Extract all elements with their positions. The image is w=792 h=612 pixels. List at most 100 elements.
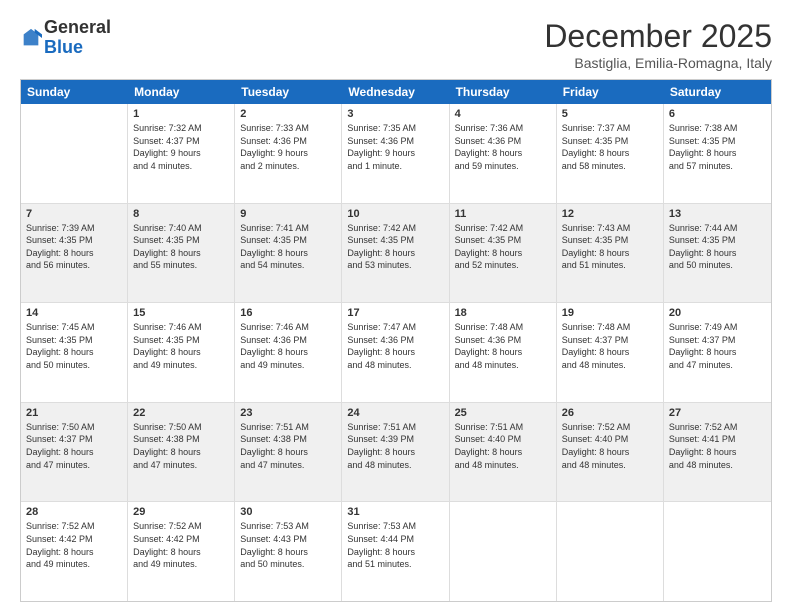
weekday-header: Thursday (450, 80, 557, 104)
cell-info: Sunrise: 7:42 AM Sunset: 4:35 PM Dayligh… (347, 222, 443, 272)
day-number: 10 (347, 208, 443, 220)
cell-info: Sunrise: 7:50 AM Sunset: 4:37 PM Dayligh… (26, 421, 122, 471)
calendar-cell (664, 502, 771, 601)
calendar-cell: 19Sunrise: 7:48 AM Sunset: 4:37 PM Dayli… (557, 303, 664, 402)
weekday-header: Monday (128, 80, 235, 104)
day-number: 24 (347, 407, 443, 419)
day-number: 23 (240, 407, 336, 419)
calendar-cell: 27Sunrise: 7:52 AM Sunset: 4:41 PM Dayli… (664, 403, 771, 502)
calendar-cell: 21 Sunrise: 7:50 AM Sunset: 4:37 PM Dayli… (21, 403, 128, 502)
calendar-cell: 15Sunrise: 7:46 AM Sunset: 4:35 PM Dayli… (128, 303, 235, 402)
calendar-row: 1 Sunrise: 7:32 AM Sunset: 4:37 PM Daylig… (21, 104, 771, 204)
location-title: Bastiglia, Emilia-Romagna, Italy (544, 55, 772, 71)
header: General Blue December 2025 Bastiglia, Em… (20, 18, 772, 71)
day-number: 20 (669, 307, 766, 319)
day-number: 30 (240, 506, 336, 518)
calendar: SundayMondayTuesdayWednesdayThursdayFrid… (20, 79, 772, 602)
calendar-cell: 13 Sunrise: 7:44 AM Sunset: 4:35 PM Dayli… (664, 204, 771, 303)
cell-info: Sunrise: 7:43 AM Sunset: 4:35 PM Dayligh… (562, 222, 658, 272)
day-number: 8 (133, 208, 229, 220)
day-number: 12 (562, 208, 658, 220)
cell-info: Sunrise: 7:44 AM Sunset: 4:35 PM Dayligh… (669, 222, 766, 272)
day-number: 3 (347, 108, 443, 120)
day-number: 6 (669, 108, 766, 120)
cell-info: Sunrise: 7:53 AM Sunset: 4:44 PM Dayligh… (347, 520, 443, 570)
calendar-row: 21 Sunrise: 7:50 AM Sunset: 4:37 PM Dayli… (21, 403, 771, 503)
calendar-cell: 31 Sunrise: 7:53 AM Sunset: 4:44 PM Dayli… (342, 502, 449, 601)
day-number: 9 (240, 208, 336, 220)
logo: General Blue (20, 18, 111, 58)
day-number: 11 (455, 208, 551, 220)
weekday-header: Saturday (664, 80, 771, 104)
day-number: 31 (347, 506, 443, 518)
calendar-cell: 28 Sunrise: 7:52 AM Sunset: 4:42 PM Dayli… (21, 502, 128, 601)
cell-info: Sunrise: 7:51 AM Sunset: 4:40 PM Dayligh… (455, 421, 551, 471)
cell-info: Sunrise: 7:37 AM Sunset: 4:35 PM Dayligh… (562, 122, 658, 172)
title-section: December 2025 Bastiglia, Emilia-Romagna,… (544, 18, 772, 71)
weekday-header: Sunday (21, 80, 128, 104)
day-number: 19 (562, 307, 658, 319)
day-number: 5 (562, 108, 658, 120)
calendar-cell: 30 Sunrise: 7:53 AM Sunset: 4:43 PM Dayli… (235, 502, 342, 601)
calendar-cell: 4 Sunrise: 7:36 AM Sunset: 4:36 PM Daylig… (450, 104, 557, 203)
cell-info: Sunrise: 7:39 AM Sunset: 4:35 PM Dayligh… (26, 222, 122, 272)
cell-info: Sunrise: 7:41 AM Sunset: 4:35 PM Dayligh… (240, 222, 336, 272)
calendar-cell: 26 Sunrise: 7:52 AM Sunset: 4:40 PM Dayli… (557, 403, 664, 502)
calendar-cell (21, 104, 128, 203)
cell-info: Sunrise: 7:36 AM Sunset: 4:36 PM Dayligh… (455, 122, 551, 172)
day-number: 22 (133, 407, 229, 419)
cell-info: Sunrise: 7:35 AM Sunset: 4:36 PM Dayligh… (347, 122, 443, 172)
day-number: 4 (455, 108, 551, 120)
cell-info: Sunrise: 7:49 AM Sunset: 4:37 PM Dayligh… (669, 321, 766, 371)
calendar-cell: 8 Sunrise: 7:40 AM Sunset: 4:35 PM Daylig… (128, 204, 235, 303)
calendar-body: 1 Sunrise: 7:32 AM Sunset: 4:37 PM Daylig… (21, 104, 771, 601)
cell-info: Sunrise: 7:47 AM Sunset: 4:36 PM Dayligh… (347, 321, 443, 371)
day-number: 21 (26, 407, 122, 419)
calendar-cell: 3 Sunrise: 7:35 AM Sunset: 4:36 PM Daylig… (342, 104, 449, 203)
day-number: 7 (26, 208, 122, 220)
calendar-cell: 1 Sunrise: 7:32 AM Sunset: 4:37 PM Daylig… (128, 104, 235, 203)
weekday-header: Wednesday (342, 80, 449, 104)
calendar-cell (450, 502, 557, 601)
cell-info: Sunrise: 7:52 AM Sunset: 4:41 PM Dayligh… (669, 421, 766, 471)
day-number: 1 (133, 108, 229, 120)
calendar-row: 7 Sunrise: 7:39 AM Sunset: 4:35 PM Daylig… (21, 204, 771, 304)
logo-text: General Blue (44, 18, 111, 58)
day-number: 17 (347, 307, 443, 319)
weekday-header: Tuesday (235, 80, 342, 104)
calendar-cell: 5 Sunrise: 7:37 AM Sunset: 4:35 PM Daylig… (557, 104, 664, 203)
day-number: 26 (562, 407, 658, 419)
calendar-cell: 22Sunrise: 7:50 AM Sunset: 4:38 PM Dayli… (128, 403, 235, 502)
day-number: 15 (133, 307, 229, 319)
cell-info: Sunrise: 7:51 AM Sunset: 4:39 PM Dayligh… (347, 421, 443, 471)
day-number: 28 (26, 506, 122, 518)
calendar-cell: 29Sunrise: 7:52 AM Sunset: 4:42 PM Dayli… (128, 502, 235, 601)
weekday-header: Friday (557, 80, 664, 104)
calendar-cell: 7 Sunrise: 7:39 AM Sunset: 4:35 PM Daylig… (21, 204, 128, 303)
cell-info: Sunrise: 7:52 AM Sunset: 4:42 PM Dayligh… (26, 520, 122, 570)
day-number: 13 (669, 208, 766, 220)
cell-info: Sunrise: 7:51 AM Sunset: 4:38 PM Dayligh… (240, 421, 336, 471)
calendar-row: 28 Sunrise: 7:52 AM Sunset: 4:42 PM Dayli… (21, 502, 771, 601)
cell-info: Sunrise: 7:52 AM Sunset: 4:40 PM Dayligh… (562, 421, 658, 471)
cell-info: Sunrise: 7:40 AM Sunset: 4:35 PM Dayligh… (133, 222, 229, 272)
page: General Blue December 2025 Bastiglia, Em… (0, 0, 792, 612)
day-number: 25 (455, 407, 551, 419)
calendar-cell: 17 Sunrise: 7:47 AM Sunset: 4:36 PM Dayli… (342, 303, 449, 402)
cell-info: Sunrise: 7:32 AM Sunset: 4:37 PM Dayligh… (133, 122, 229, 172)
calendar-cell: 23 Sunrise: 7:51 AM Sunset: 4:38 PM Dayli… (235, 403, 342, 502)
calendar-cell: 12 Sunrise: 7:43 AM Sunset: 4:35 PM Dayli… (557, 204, 664, 303)
day-number: 14 (26, 307, 122, 319)
calendar-cell: 20 Sunrise: 7:49 AM Sunset: 4:37 PM Dayli… (664, 303, 771, 402)
cell-info: Sunrise: 7:46 AM Sunset: 4:36 PM Dayligh… (240, 321, 336, 371)
calendar-cell: 14Sunrise: 7:45 AM Sunset: 4:35 PM Dayli… (21, 303, 128, 402)
cell-info: Sunrise: 7:53 AM Sunset: 4:43 PM Dayligh… (240, 520, 336, 570)
calendar-header: SundayMondayTuesdayWednesdayThursdayFrid… (21, 80, 771, 104)
calendar-cell: 24 Sunrise: 7:51 AM Sunset: 4:39 PM Dayli… (342, 403, 449, 502)
cell-info: Sunrise: 7:42 AM Sunset: 4:35 PM Dayligh… (455, 222, 551, 272)
calendar-cell (557, 502, 664, 601)
calendar-cell: 2Sunrise: 7:33 AM Sunset: 4:36 PM Daylig… (235, 104, 342, 203)
calendar-cell: 6Sunrise: 7:38 AM Sunset: 4:35 PM Daylig… (664, 104, 771, 203)
calendar-row: 14Sunrise: 7:45 AM Sunset: 4:35 PM Dayli… (21, 303, 771, 403)
calendar-cell: 10 Sunrise: 7:42 AM Sunset: 4:35 PM Dayli… (342, 204, 449, 303)
